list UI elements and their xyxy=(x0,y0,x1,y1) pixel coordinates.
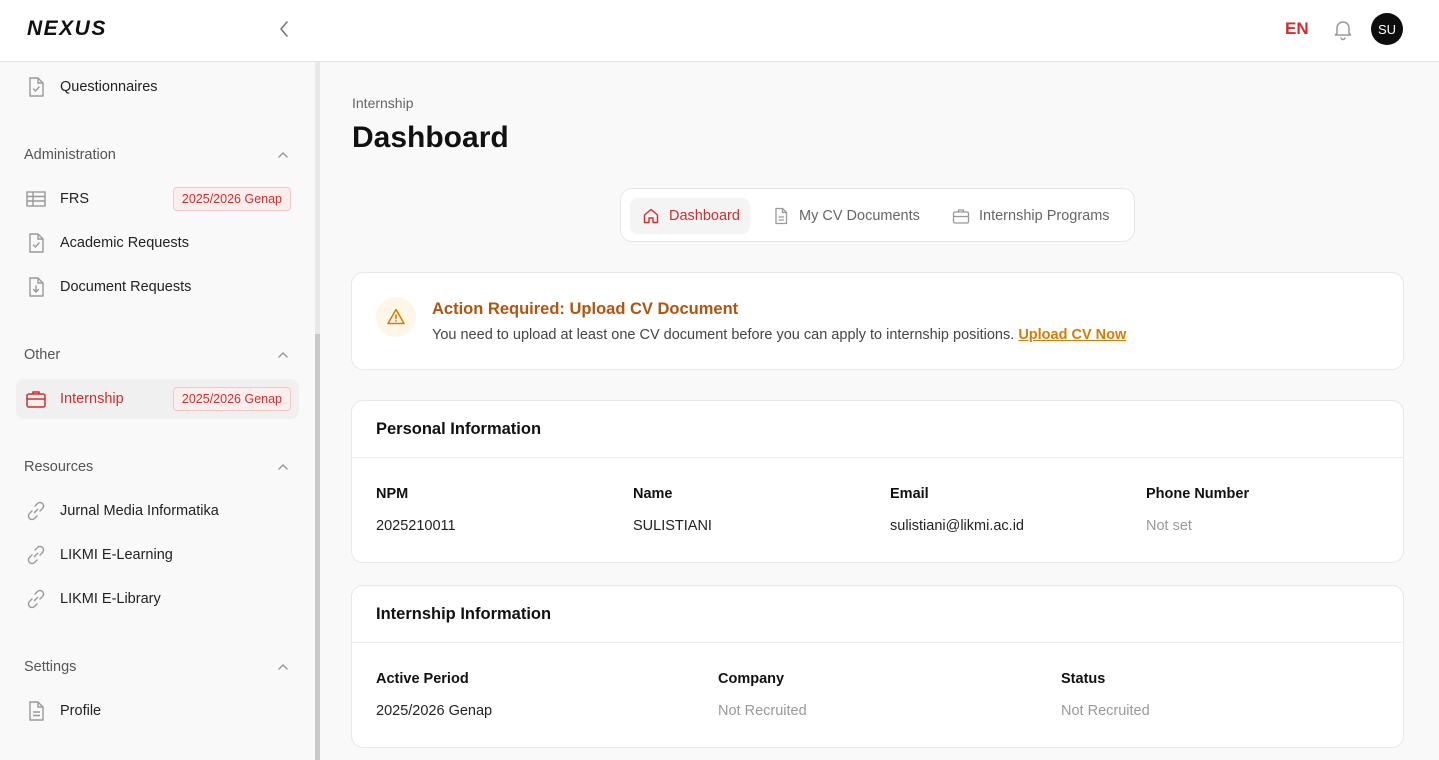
app-logo[interactable]: NEXUS xyxy=(27,17,107,41)
personal-information-card: Personal Information NPM 2025210011 Name… xyxy=(351,400,1404,563)
sidebar-item-label: Internship xyxy=(60,391,124,407)
briefcase-icon xyxy=(952,209,970,224)
tab-dashboard[interactable]: Dashboard xyxy=(630,198,750,234)
card-title: Personal Information xyxy=(376,420,542,438)
top-bar: NEXUS EN SU xyxy=(0,0,1439,62)
document-check-icon xyxy=(29,77,44,97)
sidebar-item-profile[interactable]: Profile xyxy=(16,691,299,731)
field-value-name: SULISTIANI xyxy=(633,518,712,534)
card-header: Internship Information xyxy=(352,586,1403,643)
sidebar-item-label: LIKMI E-Library xyxy=(60,591,161,607)
sidebar-item-jurnal-media-informatika[interactable]: Jurnal Media Informatika xyxy=(16,491,299,531)
document-icon xyxy=(29,701,44,721)
period-badge: 2025/2026 Genap xyxy=(172,187,291,211)
period-badge: 2025/2026 Genap xyxy=(172,387,291,411)
chevron-up-icon xyxy=(278,663,288,670)
table-icon xyxy=(26,191,46,207)
sidebar-item-questionnaires[interactable]: Questionnaires xyxy=(16,67,299,107)
alert-title: Action Required: Upload CV Document xyxy=(432,300,739,318)
alert-message: You need to upload at least one CV docum… xyxy=(432,327,1126,343)
chevron-up-icon xyxy=(278,351,288,358)
cv-required-alert: Action Required: Upload CV Document You … xyxy=(351,272,1404,370)
sidebar-item-academic-requests[interactable]: Academic Requests xyxy=(16,223,299,263)
chevron-up-icon xyxy=(278,151,288,158)
section-title: Resources xyxy=(24,459,94,475)
link-icon xyxy=(27,545,45,565)
home-icon xyxy=(643,208,659,224)
field-label-phone: Phone Number xyxy=(1146,486,1250,502)
tab-my-cv-documents[interactable]: My CV Documents xyxy=(760,198,930,234)
field-label-name: Name xyxy=(633,486,673,502)
section-title: Settings xyxy=(24,659,77,675)
sidebar-item-internship[interactable]: Internship 2025/2026 Genap xyxy=(16,379,299,419)
chevron-left-icon xyxy=(280,21,288,37)
breadcrumb[interactable]: Internship xyxy=(352,95,413,111)
warning-icon xyxy=(387,308,405,325)
tab-bar: Dashboard My CV Documents Internship Pro… xyxy=(620,188,1135,242)
chevron-up-icon xyxy=(278,463,288,470)
sidebar-item-label: Document Requests xyxy=(60,279,192,295)
language-switcher[interactable]: EN xyxy=(1285,19,1309,39)
section-settings[interactable]: Settings xyxy=(24,657,290,677)
bell-icon xyxy=(1334,21,1352,41)
tab-label: Internship Programs xyxy=(979,208,1110,224)
link-icon xyxy=(27,501,45,521)
sidebar-item-label: Jurnal Media Informatika xyxy=(60,503,219,519)
card-header: Personal Information xyxy=(352,401,1403,458)
document-download-icon xyxy=(29,277,44,297)
section-title: Administration xyxy=(24,147,116,163)
sidebar-item-label: LIKMI E-Learning xyxy=(60,547,173,563)
sidebar-item-label: FRS xyxy=(60,191,89,207)
sidebar-item-frs[interactable]: FRS 2025/2026 Genap xyxy=(16,179,299,219)
sidebar-collapse-button[interactable] xyxy=(274,18,294,40)
field-value-status: Not Recruited xyxy=(1061,703,1150,719)
alert-icon-badge xyxy=(376,297,416,337)
user-avatar[interactable]: SU xyxy=(1371,13,1403,45)
field-value-phone: Not set xyxy=(1146,518,1192,534)
sidebar-item-label: Profile xyxy=(60,703,102,719)
document-icon xyxy=(775,207,788,225)
sidebar-item-label: Academic Requests xyxy=(60,235,189,251)
field-value-email: sulistiani@likmi.ac.id xyxy=(890,518,1024,534)
tab-internship-programs[interactable]: Internship Programs xyxy=(940,198,1120,234)
field-label-npm: NPM xyxy=(376,486,409,502)
tab-label: My CV Documents xyxy=(799,208,920,224)
field-label-status: Status xyxy=(1061,671,1106,687)
field-value-npm: 2025210011 xyxy=(376,518,456,534)
sidebar-item-label: Questionnaires xyxy=(60,79,158,95)
link-icon xyxy=(27,589,45,609)
sidebar-scrollbar-thumb[interactable] xyxy=(315,334,320,760)
sidebar-item-likmi-e-learning[interactable]: LIKMI E-Learning xyxy=(16,535,299,575)
field-label-email: Email xyxy=(890,486,929,502)
notification-button[interactable] xyxy=(1331,17,1355,41)
document-check-icon xyxy=(29,233,44,253)
page-title: Dashboard xyxy=(352,121,509,154)
field-value-company: Not Recruited xyxy=(718,703,807,719)
alert-message-text: You need to upload at least one CV docum… xyxy=(432,327,1015,343)
tab-label: Dashboard xyxy=(669,208,740,224)
sidebar-item-likmi-e-library[interactable]: LIKMI E-Library xyxy=(16,579,299,619)
field-label-company: Company xyxy=(718,671,785,687)
upload-cv-link[interactable]: Upload CV Now xyxy=(1018,327,1126,343)
internship-information-card: Internship Information Active Period 202… xyxy=(351,585,1404,748)
section-title: Other xyxy=(24,347,61,363)
briefcase-icon xyxy=(26,391,46,408)
section-other[interactable]: Other xyxy=(24,345,290,365)
sidebar-item-document-requests[interactable]: Document Requests xyxy=(16,267,299,307)
section-resources[interactable]: Resources xyxy=(24,457,290,477)
card-title: Internship Information xyxy=(376,605,552,623)
field-value-active-period: 2025/2026 Genap xyxy=(376,703,493,719)
field-label-active-period: Active Period xyxy=(376,671,469,687)
section-administration[interactable]: Administration xyxy=(24,145,290,165)
